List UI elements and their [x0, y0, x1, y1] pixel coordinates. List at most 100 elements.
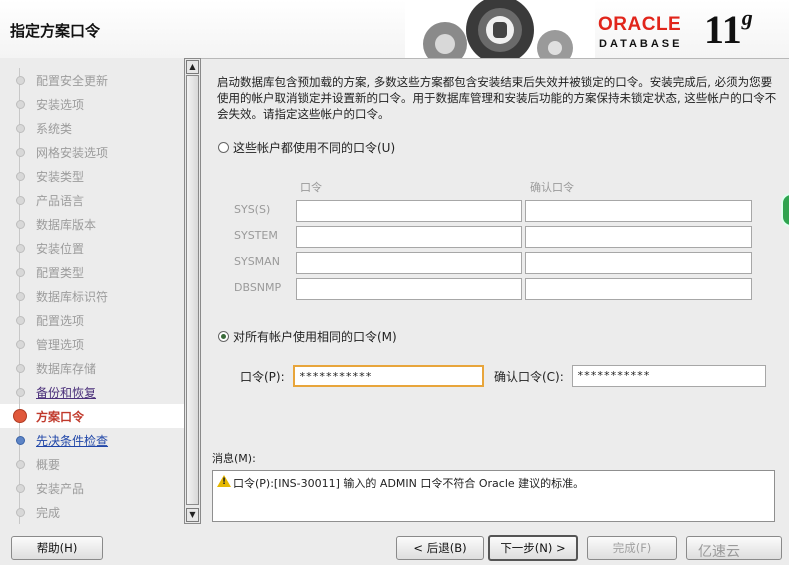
step-marker-icon	[16, 148, 25, 157]
row-label-sysman: SYSMAN	[234, 255, 280, 268]
watermark-text: 亿速云	[698, 544, 740, 560]
step-label: 系统类	[36, 122, 73, 136]
step-marker-icon	[16, 76, 25, 85]
step-label: 安装位置	[36, 242, 85, 256]
sidebar-step: 安装类型	[0, 164, 184, 188]
step-label: 数据库存储	[36, 362, 97, 376]
help-button[interactable]: 帮助(H)	[11, 536, 103, 560]
radio-different-label: 这些帐户都使用不同的口令(U)	[233, 141, 396, 155]
step-label: 安装产品	[36, 482, 85, 496]
next-button[interactable]: 下一步(N) >	[488, 535, 578, 561]
row-label-sys: SYS(S)	[234, 203, 271, 216]
intro-text: 启动数据库包含预加载的方案, 多数这些方案都包含安装结束后失效并被锁定的口令。安…	[217, 75, 777, 121]
system-confirm-field[interactable]	[525, 226, 752, 248]
message-text: 口令(P):[INS-30011] 输入的 ADMIN 口令不符合 Oracle…	[233, 477, 585, 490]
sidebar-step: 概要	[0, 452, 184, 476]
oracle-logo-text: ORACLE	[598, 14, 682, 35]
step-label: 配置类型	[36, 266, 85, 280]
step-marker-icon	[16, 340, 25, 349]
sidebar-step[interactable]: 方案口令	[0, 404, 184, 428]
step-label: 数据库标识符	[36, 290, 109, 304]
step-label: 配置选项	[36, 314, 85, 328]
step-marker-icon	[16, 196, 25, 205]
step-label: 完成	[36, 506, 61, 520]
steps-list: 配置安全更新 安装选项系统类网格安装选项 安装类型产品语言数据库版本安装位置配置类型…	[0, 68, 184, 524]
radio-different-passwords[interactable]	[218, 142, 229, 153]
row-label-dbsnmp: DBSNMP	[234, 281, 282, 294]
radio-same-label: 对所有帐户使用相同的口令(M)	[233, 330, 397, 344]
step-marker-icon	[16, 220, 25, 229]
step-label: 网格安装选项	[36, 146, 109, 160]
password-field[interactable]: ***********	[293, 365, 484, 387]
sidebar-step: 配置安全更新	[0, 68, 184, 92]
step-marker-icon	[16, 172, 25, 181]
sys-confirm-field[interactable]	[525, 200, 752, 222]
step-marker-icon	[16, 100, 25, 109]
system-password-field[interactable]	[296, 226, 522, 248]
step-label: 安装选项	[36, 98, 85, 112]
dbsnmp-password-field[interactable]	[296, 278, 522, 300]
sidebar-step: 配置选项	[0, 308, 184, 332]
step-label: 管理选项	[36, 338, 85, 352]
step-marker-icon	[16, 364, 25, 373]
step-marker-icon	[16, 484, 25, 493]
sidebar-step: 数据库版本	[0, 212, 184, 236]
row-label-system: SYSTEM	[234, 229, 278, 242]
scroll-thumb[interactable]	[186, 75, 199, 505]
back-button[interactable]: < 后退(B)	[396, 536, 484, 560]
step-marker-icon	[16, 244, 25, 253]
database-logo-text: DATABASE	[599, 38, 683, 50]
side-badge-icon[interactable]	[781, 193, 789, 227]
sidebar-scrollbar[interactable]: ▲ ▼	[184, 58, 201, 524]
sysman-password-field[interactable]	[296, 252, 522, 274]
sidebar-step[interactable]: 先决条件检查	[0, 428, 184, 452]
header-banner: 指定方案口令 ORACLE DATABASE 11g	[0, 0, 789, 59]
sys-password-field[interactable]	[296, 200, 522, 222]
sidebar-step: 安装选项	[0, 92, 184, 116]
step-label: 产品语言	[36, 194, 85, 208]
page-title: 指定方案口令	[10, 22, 101, 40]
step-marker-icon	[13, 409, 27, 423]
step-label: 备份和恢复	[36, 386, 97, 400]
step-marker-icon	[16, 436, 25, 445]
sidebar-step: 数据库存储	[0, 356, 184, 380]
sidebar-step: 产品语言	[0, 188, 184, 212]
sidebar-step: 管理选项	[0, 332, 184, 356]
sidebar-step: 数据库标识符	[0, 284, 184, 308]
sysman-confirm-field[interactable]	[525, 252, 752, 274]
step-label: 配置安全更新	[36, 74, 109, 88]
sidebar-step: 完成	[0, 500, 184, 524]
radio-same-password[interactable]	[218, 331, 229, 342]
step-label: 概要	[36, 458, 61, 472]
sidebar-step: 安装产品	[0, 476, 184, 500]
step-label: 安装类型	[36, 170, 85, 184]
finish-button[interactable]: 完成(F)	[587, 536, 677, 560]
column-password: 口令	[300, 181, 322, 194]
confirm-password-label: 确认口令(C):	[494, 370, 564, 384]
sidebar-step: 安装位置	[0, 236, 184, 260]
step-marker-icon	[16, 508, 25, 517]
confirm-password-field[interactable]: ***********	[572, 365, 766, 387]
step-marker-icon	[16, 268, 25, 277]
version-logo: 11g	[704, 4, 753, 52]
messages-label: 消息(M):	[212, 452, 256, 465]
step-marker-icon	[16, 124, 25, 133]
step-marker-icon	[16, 292, 25, 301]
messages-box: ! 口令(P):[INS-30011] 输入的 ADMIN 口令不符合 Orac…	[212, 470, 775, 522]
step-label: 先决条件检查	[36, 434, 109, 448]
sidebar-step[interactable]: 备份和恢复	[0, 380, 184, 404]
password-label: 口令(P):	[240, 370, 285, 384]
step-label: 数据库版本	[36, 218, 97, 232]
step-marker-icon	[16, 388, 25, 397]
column-confirm: 确认口令	[530, 181, 574, 194]
sidebar-step: 配置类型	[0, 260, 184, 284]
step-marker-icon	[16, 460, 25, 469]
sidebar-step: 系统类	[0, 116, 184, 140]
step-label: 方案口令	[36, 410, 85, 424]
gears-graphic	[405, 0, 595, 58]
step-marker-icon	[16, 316, 25, 325]
steps-sidebar: 配置安全更新 安装选项系统类网格安装选项 安装类型产品语言数据库版本安装位置配置类型…	[0, 58, 184, 524]
dbsnmp-confirm-field[interactable]	[525, 278, 752, 300]
scroll-down-icon[interactable]: ▼	[186, 508, 199, 522]
scroll-up-icon[interactable]: ▲	[186, 60, 199, 74]
